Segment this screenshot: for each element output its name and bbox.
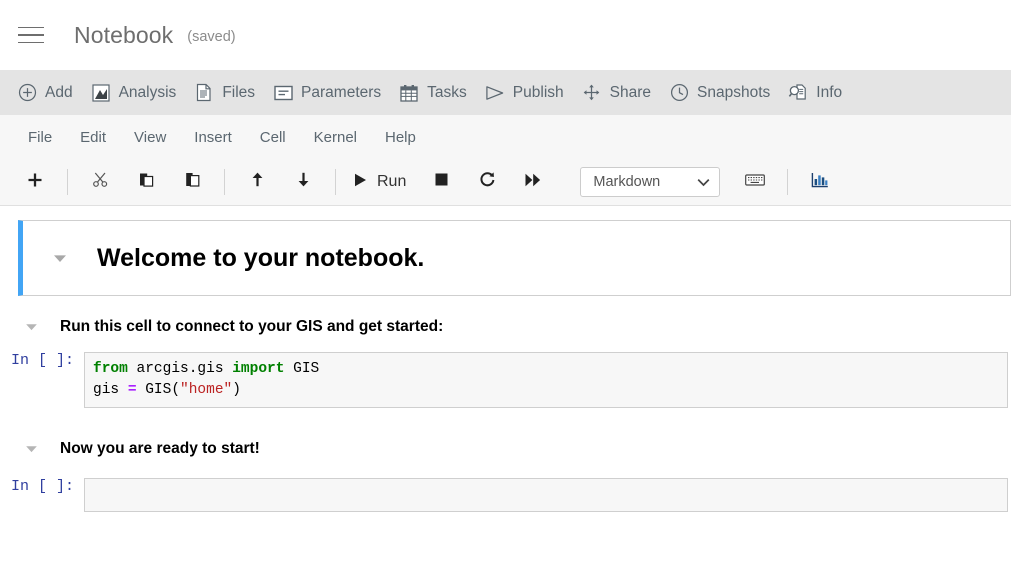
menu-kernel[interactable]: Kernel <box>300 123 371 152</box>
notebook-cell-markdown-ready[interactable]: Now you are ready to start! <box>0 440 1011 458</box>
move-cell-up-button[interactable] <box>240 167 274 197</box>
copy-icon <box>138 171 155 193</box>
notebook-app: Notebook (saved) Add Analysis Files <box>0 0 1011 580</box>
toolbar-label-publish: Publish <box>513 84 564 102</box>
code-cell-editor[interactable]: from arcgis.gis import GIS gis = GIS("ho… <box>84 352 1008 408</box>
code-cell-editor-empty[interactable] <box>84 478 1008 512</box>
notebook-cell-markdown-welcome[interactable]: Welcome to your notebook. <box>18 220 1011 296</box>
toolbar-item-publish[interactable]: Publish <box>476 70 573 115</box>
paste-cell-button[interactable] <box>175 167 209 197</box>
menu-view[interactable]: View <box>120 123 180 152</box>
toolbar-item-tasks[interactable]: Tasks <box>390 70 476 115</box>
toolbar-item-info[interactable]: Info <box>779 70 851 115</box>
interrupt-kernel-button[interactable] <box>424 167 458 197</box>
toolbar-divider <box>787 169 788 195</box>
cell-type-select[interactable]: Markdown <box>580 167 720 197</box>
code-cell-prompt: In [ ]: <box>0 478 84 495</box>
toolbar-item-parameters[interactable]: Parameters <box>264 70 390 115</box>
markdown-text-connect: Run this cell to connect to your GIS and… <box>60 318 443 336</box>
saved-status: (saved) <box>187 29 235 45</box>
code-token-gis-name: GIS <box>284 361 319 377</box>
code-token-import: import <box>232 361 284 377</box>
code-token-var: gis <box>93 382 128 398</box>
bar-chart-icon <box>811 172 829 193</box>
title-bar: Notebook (saved) <box>0 0 1011 70</box>
menu-insert[interactable]: Insert <box>180 123 246 152</box>
stop-square-icon <box>434 172 449 192</box>
fast-forward-icon <box>524 172 542 193</box>
code-token-string: "home" <box>180 382 232 398</box>
analysis-icon <box>91 83 111 103</box>
paste-icon <box>184 171 201 193</box>
toolbar-item-analysis[interactable]: Analysis <box>82 70 186 115</box>
toolbar-item-add[interactable]: Add <box>8 70 82 115</box>
dashboard-preview-button[interactable] <box>803 167 837 197</box>
code-token-call-close: ) <box>232 382 241 398</box>
toolbar-item-files[interactable]: Files <box>185 70 264 115</box>
toolbar-label-tasks: Tasks <box>427 84 467 102</box>
parameters-icon <box>273 83 293 103</box>
toolbar-label-parameters: Parameters <box>301 84 381 102</box>
menu-file[interactable]: File <box>14 123 66 152</box>
restart-kernel-button[interactable] <box>470 167 504 197</box>
run-cell-button[interactable]: Run <box>353 172 412 193</box>
code-token-module: arcgis.gis <box>128 361 232 377</box>
plus-circle-icon <box>17 83 37 103</box>
insert-cell-below-button[interactable] <box>18 167 52 197</box>
page-title: Notebook <box>74 22 173 49</box>
code-cell-prompt: In [ ]: <box>0 352 84 369</box>
notebook-body: Welcome to your notebook. Run this cell … <box>0 206 1011 580</box>
cell-type-value: Markdown <box>593 174 660 190</box>
restart-run-all-button[interactable] <box>516 167 550 197</box>
toolbar-divider <box>67 169 68 195</box>
share-arrows-icon <box>582 83 602 103</box>
toolbar-item-snapshots[interactable]: Snapshots <box>660 70 779 115</box>
markdown-text-ready: Now you are ready to start! <box>60 440 260 458</box>
toolbar-divider <box>224 169 225 195</box>
scissors-icon <box>92 171 109 193</box>
arrow-up-icon <box>249 171 266 193</box>
magnifier-document-icon <box>788 83 808 103</box>
code-token-call-open: GIS( <box>137 382 181 398</box>
plus-icon <box>27 172 43 193</box>
copy-cell-button[interactable] <box>129 167 163 197</box>
toolbar-label-add: Add <box>45 84 73 102</box>
command-palette-button[interactable] <box>738 167 772 197</box>
restart-circle-icon <box>479 171 496 193</box>
send-triangle-icon <box>485 83 505 103</box>
menu-help[interactable]: Help <box>371 123 430 152</box>
menu-bar: File Edit View Insert Cell Kernel Help <box>0 115 1011 159</box>
app-toolbar: Add Analysis Files Parameters Tasks <box>0 70 1011 115</box>
collapse-caret-icon[interactable] <box>0 323 60 331</box>
toolbar-label-analysis: Analysis <box>119 84 177 102</box>
keyboard-icon <box>745 173 765 192</box>
collapse-caret-icon[interactable] <box>0 445 60 453</box>
hamburger-icon[interactable] <box>14 18 48 52</box>
clock-icon <box>669 83 689 103</box>
calendar-icon <box>399 83 419 103</box>
notebook-toolbar: Run Markdown <box>0 159 1011 206</box>
toolbar-label-share: Share <box>610 84 651 102</box>
play-icon <box>353 172 368 193</box>
code-token-equals: = <box>128 382 137 398</box>
menu-cell[interactable]: Cell <box>246 123 300 152</box>
run-label: Run <box>377 173 406 191</box>
cut-cell-button[interactable] <box>83 167 117 197</box>
notebook-cell-code-empty[interactable]: In [ ]: <box>0 478 1011 512</box>
toolbar-item-share[interactable]: Share <box>573 70 660 115</box>
notebook-cell-markdown-connect[interactable]: Run this cell to connect to your GIS and… <box>0 318 1011 336</box>
arrow-down-icon <box>295 171 312 193</box>
chevron-down-icon <box>697 176 710 189</box>
menu-edit[interactable]: Edit <box>66 123 120 152</box>
collapse-caret-icon[interactable] <box>23 254 97 263</box>
file-lines-icon <box>194 83 214 103</box>
toolbar-label-info: Info <box>816 84 842 102</box>
markdown-heading-welcome: Welcome to your notebook. <box>97 244 424 273</box>
toolbar-divider <box>335 169 336 195</box>
code-token-from: from <box>93 361 128 377</box>
move-cell-down-button[interactable] <box>286 167 320 197</box>
toolbar-label-snapshots: Snapshots <box>697 84 770 102</box>
toolbar-label-files: Files <box>222 84 255 102</box>
notebook-cell-code-gis[interactable]: In [ ]: from arcgis.gis import GIS gis =… <box>0 352 1011 408</box>
